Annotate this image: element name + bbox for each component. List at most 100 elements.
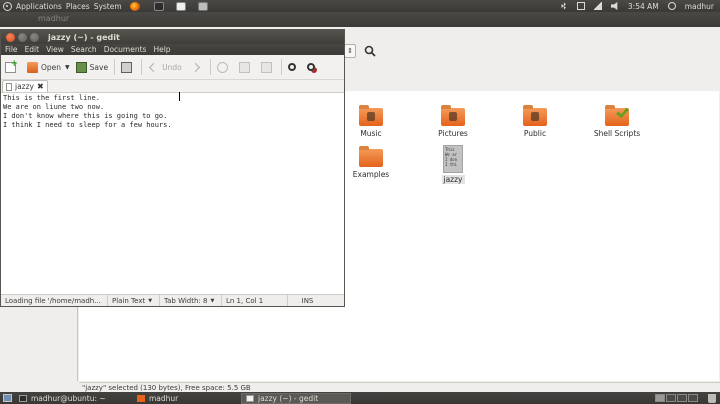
menubar: File Edit View Search Documents Help (1, 44, 344, 55)
trash-icon[interactable] (708, 393, 716, 403)
menu-view[interactable]: View (46, 45, 64, 54)
bluetooth-icon[interactable] (561, 2, 566, 10)
undo-button[interactable]: Undo (148, 62, 182, 73)
folder-icon (359, 105, 383, 126)
folder-public[interactable]: Public (505, 105, 565, 138)
text-editor-icon (246, 394, 254, 402)
copy-button[interactable] (238, 61, 253, 73)
language-selector[interactable]: Plain Text ▼ (107, 295, 159, 306)
toolbar: Open ▼ Save Undo (1, 55, 344, 80)
public-emblem-icon (531, 112, 539, 121)
workspace-3[interactable] (677, 394, 687, 402)
clock[interactable]: 3:54 AM (628, 2, 659, 11)
menu-help[interactable]: Help (153, 45, 170, 54)
file-jazzy[interactable]: This We ar I don I thi jazzy (423, 145, 483, 184)
system-menu[interactable]: System (94, 2, 122, 11)
menu-documents[interactable]: Documents (104, 45, 147, 54)
cut-button[interactable] (216, 61, 231, 73)
terminal-icon (19, 394, 27, 402)
user-menu[interactable]: madhur (685, 2, 714, 11)
firefox-launcher-icon[interactable] (129, 1, 140, 11)
menu-edit[interactable]: Edit (25, 45, 40, 54)
task-terminal[interactable]: madhur@ubuntu: ~ (15, 393, 133, 404)
tab-label: jazzy (15, 82, 34, 91)
close-tab-icon[interactable]: ✖ (37, 82, 44, 91)
power-icon[interactable] (667, 2, 676, 10)
task-file-manager[interactable]: madhur (133, 393, 241, 404)
workspace-4[interactable] (688, 394, 698, 402)
file-manager-statusbar: "jazzy" selected (130 bytes), Free space… (79, 382, 720, 392)
insert-mode: INS (287, 295, 327, 306)
folder-examples[interactable]: Examples (341, 146, 401, 179)
task-gedit[interactable]: jazzy (~) - gedit (241, 392, 351, 404)
magnifier-icon (287, 63, 296, 71)
close-window-icon[interactable] (6, 32, 15, 42)
folder-icon (605, 105, 629, 126)
text-editor[interactable]: This is the first line. We are on liune … (1, 92, 344, 296)
top-panel: Applications Places System 3:54 AM madhu… (0, 0, 720, 12)
new-document-button[interactable] (5, 59, 19, 73)
undo-label: Undo (162, 62, 182, 72)
ubuntu-logo-icon[interactable] (3, 1, 12, 11)
task-label: madhur@ubuntu: ~ (31, 393, 106, 403)
open-recent-dropdown-icon[interactable]: ▼ (65, 64, 70, 71)
menu-search[interactable]: Search (71, 45, 97, 54)
redo-button[interactable] (190, 62, 204, 73)
system-tray: 3:54 AM madhur (560, 2, 720, 11)
calculator-launcher-icon[interactable] (197, 1, 208, 11)
places-menu[interactable]: Places (66, 2, 90, 11)
print-button[interactable] (121, 61, 135, 73)
file-label: jazzy (441, 175, 465, 184)
editor-line: This is the first line. (3, 94, 100, 102)
mail-icon[interactable] (576, 2, 585, 10)
open-label: Open (41, 62, 62, 72)
folder-shell-scripts[interactable]: Shell Scripts (587, 105, 647, 138)
folder-music[interactable]: Music (341, 105, 401, 138)
applications-menu[interactable]: Applications (16, 2, 62, 11)
file-manager-titlebar[interactable]: madhur (0, 12, 720, 27)
copy-icon (238, 61, 250, 73)
folder-icon (441, 105, 465, 126)
text-file-icon: This We ar I don I thi (443, 145, 463, 173)
show-desktop-icon[interactable] (3, 394, 12, 402)
folder-label: Examples (352, 170, 390, 179)
maximize-window-icon[interactable] (30, 32, 39, 42)
save-label: Save (89, 62, 109, 72)
folder-icon (359, 146, 383, 167)
find-replace-button[interactable] (306, 63, 318, 71)
workspace-2[interactable] (666, 394, 676, 402)
menu-file[interactable]: File (5, 45, 18, 54)
save-button[interactable]: Save (75, 61, 109, 73)
search-icon[interactable] (364, 45, 376, 57)
gedit-statusbar: Loading file '/home/madh... Plain Text ▼ … (1, 294, 344, 306)
network-icon[interactable] (593, 2, 602, 10)
paste-icon (260, 61, 272, 73)
volume-icon[interactable] (610, 2, 618, 10)
minimize-window-icon[interactable] (18, 32, 27, 42)
dropdown-arrow-icon: ▼ (210, 297, 215, 304)
music-emblem-icon (367, 112, 375, 121)
pictures-emblem-icon (449, 112, 457, 121)
scissors-icon (216, 61, 228, 73)
text-editor-launcher-icon[interactable] (175, 1, 186, 11)
open-button[interactable]: Open (27, 61, 62, 73)
tab-strip: jazzy ✖ (1, 80, 344, 93)
document-icon (6, 82, 12, 91)
terminal-launcher-icon[interactable] (153, 1, 164, 11)
tab-jazzy[interactable]: jazzy ✖ (2, 80, 48, 92)
new-document-icon (5, 59, 18, 73)
save-icon (75, 61, 87, 73)
tab-width-selector[interactable]: Tab Width: 8 ▼ (159, 295, 221, 306)
paste-button[interactable] (260, 61, 275, 73)
workspace-1[interactable] (655, 394, 665, 402)
location-dropdown[interactable]: ⇕ (344, 44, 356, 58)
folder-icon (523, 105, 547, 126)
task-label: madhur (149, 393, 179, 403)
folder-pictures[interactable]: Pictures (423, 105, 483, 138)
find-button[interactable] (287, 63, 299, 71)
gedit-titlebar[interactable]: jazzy (~) - gedit (1, 30, 344, 44)
gedit-window: jazzy (~) - gedit File Edit View Search … (0, 29, 345, 307)
workspace-switcher (655, 394, 698, 402)
folder-label: Music (360, 129, 382, 138)
find-replace-icon (306, 63, 315, 71)
